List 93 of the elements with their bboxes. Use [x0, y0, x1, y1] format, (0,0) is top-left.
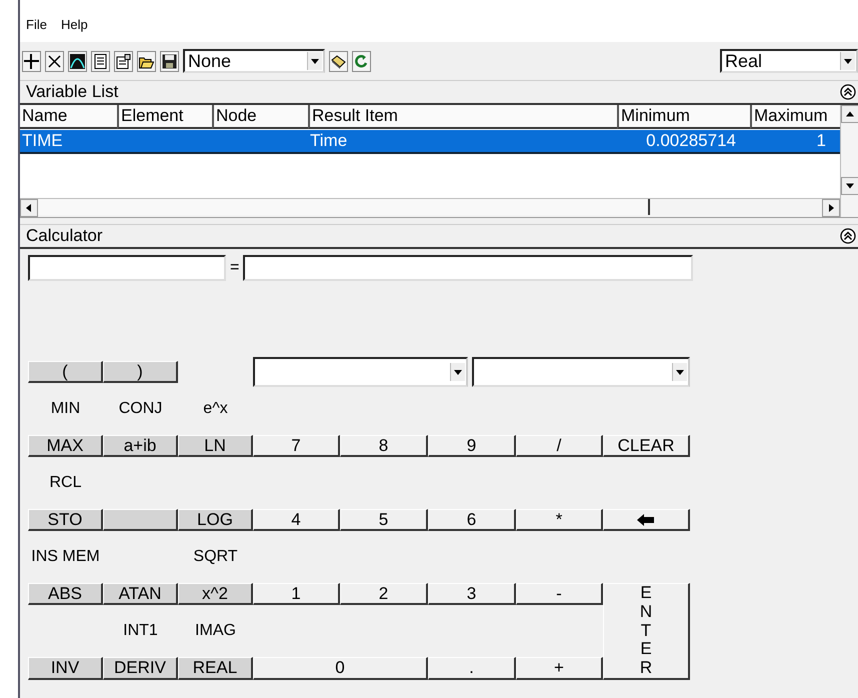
- panel-title: Calculator: [26, 226, 104, 246]
- shift-label: RCL: [48, 474, 82, 492]
- calculator-key[interactable]: 6: [428, 509, 516, 531]
- calculator-key[interactable]: REAL: [178, 657, 253, 680]
- calculator-key[interactable]: /: [516, 435, 603, 457]
- menu-item[interactable]: Help: [60, 16, 88, 42]
- calculator-key[interactable]: -: [516, 583, 603, 605]
- shift-label: SQRT: [192, 548, 239, 566]
- panel-title: Variable List: [26, 82, 120, 102]
- column-header[interactable]: Element: [117, 105, 212, 129]
- calculator-key[interactable]: (: [28, 361, 103, 383]
- right-arrow-icon: [827, 204, 835, 212]
- caret-icon: [844, 58, 852, 64]
- toolbar-button[interactable]: [91, 50, 110, 72]
- calculator-key[interactable]: LN: [178, 435, 253, 457]
- dropdown[interactable]: None: [183, 49, 325, 73]
- shift-label: INS MEM: [30, 548, 101, 566]
- calculator-key[interactable]: ABS: [28, 583, 103, 605]
- calculator-key[interactable]: x^2: [178, 583, 253, 605]
- dropdown[interactable]: Real: [720, 49, 858, 73]
- calculator-key[interactable]: 4: [253, 509, 340, 531]
- shift-label: MIN: [50, 400, 82, 418]
- calculator-key[interactable]: 1: [253, 583, 340, 605]
- calculator-key[interactable]: *: [516, 509, 603, 531]
- scroll-left-button[interactable]: [20, 199, 38, 217]
- shift-label: INT1: [122, 622, 159, 640]
- up-arrow-icon: [846, 110, 854, 118]
- calculator-key[interactable]: 0: [253, 657, 428, 680]
- column-header[interactable]: Name: [20, 105, 117, 129]
- close-icon: [47, 54, 62, 68]
- table-cell-text: 1: [816, 130, 827, 152]
- eraser-icon: [331, 54, 346, 68]
- collapse-icon[interactable]: [840, 228, 856, 244]
- column-header[interactable]: Maximum: [750, 105, 840, 129]
- calculator-key[interactable]: INV: [28, 657, 103, 680]
- dropdown[interactable]: [253, 357, 468, 387]
- calculator-key[interactable]: ): [103, 361, 178, 383]
- calculator-key[interactable]: +: [516, 657, 603, 680]
- toolbar-button[interactable]: [22, 50, 41, 72]
- crosshair-icon: [24, 54, 39, 68]
- scroll-up-button[interactable]: [841, 105, 858, 123]
- caret-icon: [311, 58, 319, 64]
- menu-item[interactable]: File: [26, 16, 47, 42]
- toolbar-button[interactable]: [68, 50, 87, 72]
- shift-label: CONJ: [118, 400, 164, 418]
- table-cell-text: Time: [309, 130, 348, 152]
- calculator-key[interactable]: 2: [340, 583, 428, 605]
- blank-key[interactable]: [103, 509, 178, 531]
- toolbar-button[interactable]: [160, 50, 179, 72]
- table-row[interactable]: TIME Time 0.00285714 1: [20, 130, 840, 154]
- down-arrow-icon: [846, 182, 854, 190]
- table-cell-text: 0.00285714: [645, 130, 737, 152]
- scroll-down-button[interactable]: [841, 177, 858, 195]
- calculator-key[interactable]: ATAN: [103, 583, 178, 605]
- toolbar-button[interactable]: [114, 50, 133, 72]
- toolbar-button[interactable]: [329, 50, 348, 72]
- calculator-key[interactable]: CLEAR: [603, 435, 690, 457]
- calculator-key[interactable]: 5: [340, 509, 428, 531]
- curve-chart-icon: [70, 54, 85, 68]
- document-icon: [93, 54, 108, 68]
- expression-field[interactable]: [28, 255, 226, 281]
- calculator-key[interactable]: ENTER: [603, 583, 690, 680]
- calculator-key[interactable]: 3: [428, 583, 516, 605]
- scroll-right-button[interactable]: [822, 199, 840, 217]
- calculator-key[interactable]: 8: [340, 435, 428, 457]
- toolbar-button[interactable]: [137, 50, 156, 72]
- refresh-icon: [354, 54, 369, 68]
- caret-icon: [454, 370, 462, 374]
- column-header[interactable]: Node: [212, 105, 308, 129]
- shift-label: e^x: [202, 400, 229, 418]
- calculator-key[interactable]: a+ib: [103, 435, 178, 457]
- column-header[interactable]: Result Item: [308, 105, 617, 129]
- collapse-icon[interactable]: [840, 84, 856, 100]
- toolbar-button[interactable]: [45, 50, 64, 72]
- properties-icon: [116, 54, 131, 68]
- left-arrow-icon: [637, 514, 655, 526]
- left-arrow-icon: [25, 204, 33, 212]
- result-field[interactable]: [243, 255, 694, 281]
- calculator-key[interactable]: MAX: [28, 435, 103, 457]
- equals-sign: =: [230, 259, 240, 277]
- calculator-key[interactable]: 7: [253, 435, 340, 457]
- column-header[interactable]: Minimum: [617, 105, 750, 129]
- calculator-key[interactable]: DERIV: [103, 657, 178, 680]
- calculator-key[interactable]: .: [428, 657, 516, 680]
- caret-icon: [676, 370, 684, 374]
- calculator-key[interactable]: 9: [428, 435, 516, 457]
- calculator-key[interactable]: LOG: [178, 509, 253, 531]
- table-cell-text: TIME: [21, 130, 64, 152]
- scroll-thumb[interactable]: [38, 199, 650, 215]
- dropdown[interactable]: [472, 357, 690, 387]
- calculator-key[interactable]: STO: [28, 509, 103, 531]
- shift-label: IMAG: [194, 622, 237, 640]
- backspace-key[interactable]: [603, 509, 690, 531]
